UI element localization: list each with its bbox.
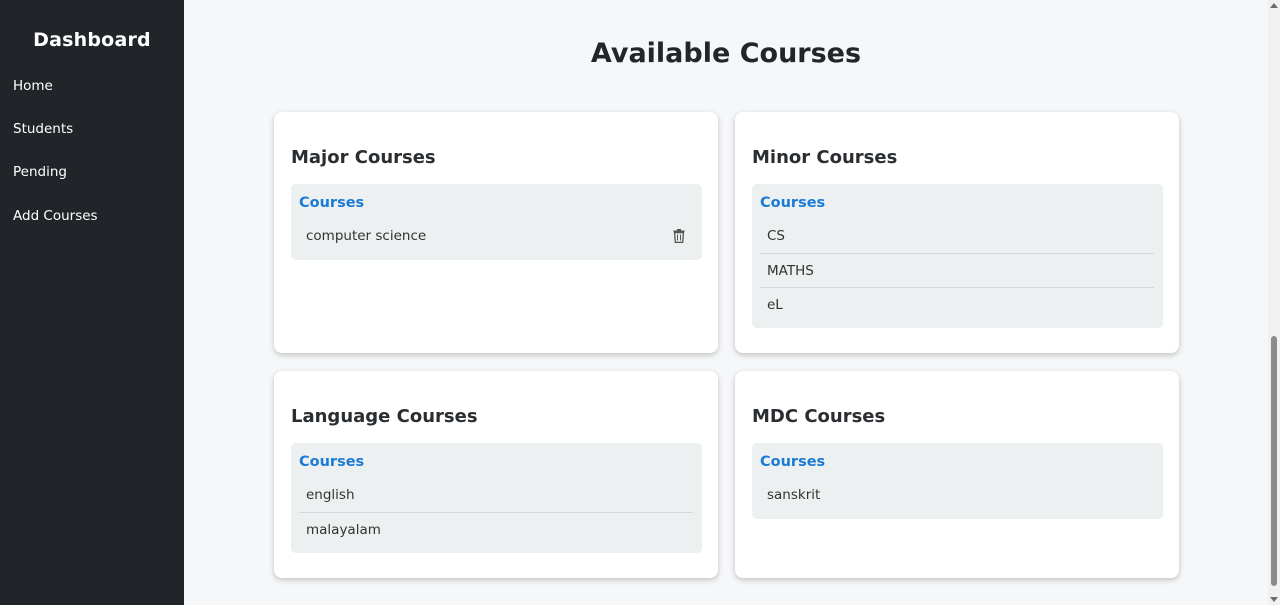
course-item: sanskrit (760, 478, 1154, 512)
course-list-header: Courses (760, 454, 826, 470)
course-name: english (306, 487, 355, 503)
card-title: MDC Courses (752, 406, 886, 427)
major-courses-card: Major Courses Courses computer science (274, 112, 718, 353)
course-list: Courses computer science (291, 184, 702, 260)
vertical-scrollbar[interactable] (1268, 0, 1280, 605)
course-item: CS (760, 219, 1154, 253)
mdc-courses-card: MDC Courses Courses sanskrit (735, 371, 1179, 578)
course-item: malayalam (299, 512, 693, 546)
language-courses-card: Language Courses Courses english malayal… (274, 371, 718, 578)
card-title: Minor Courses (752, 147, 898, 168)
course-list: Courses CS MATHS eL (752, 184, 1163, 328)
course-list: Courses sanskrit (752, 443, 1163, 519)
course-name: sanskrit (767, 487, 821, 503)
minor-courses-card: Minor Courses Courses CS MATHS eL (735, 112, 1179, 353)
sidebar-title: Dashboard (33, 29, 151, 51)
scroll-up-arrow-icon[interactable] (1270, 3, 1278, 8)
course-name: MATHS (767, 262, 814, 279)
course-list-header: Courses (760, 195, 826, 211)
course-item: MATHS (760, 253, 1154, 287)
main-content: Available Courses Major Courses Courses … (184, 0, 1268, 605)
course-item: eL (760, 287, 1154, 321)
card-title: Language Courses (291, 406, 478, 427)
scrollbar-thumb[interactable] (1271, 336, 1277, 586)
course-name: computer science (306, 228, 427, 244)
course-name: CS (767, 228, 785, 244)
course-name: malayalam (306, 521, 381, 538)
nav-item-students[interactable]: Students (13, 121, 73, 137)
course-list-header: Courses (299, 454, 365, 470)
nav-item-pending[interactable]: Pending (13, 164, 67, 180)
course-name: eL (767, 296, 783, 313)
page-title: Available Courses (590, 38, 862, 69)
card-title: Major Courses (291, 147, 436, 168)
course-list: Courses english malayalam (291, 443, 702, 553)
course-item: english (299, 478, 693, 512)
sidebar: Dashboard Home Students Pending Add Cour… (0, 0, 184, 605)
course-list-header: Courses (299, 195, 365, 211)
nav-item-home[interactable]: Home (13, 78, 53, 94)
course-item: computer science (299, 219, 693, 253)
trash-icon[interactable] (673, 229, 685, 243)
nav-item-add-courses[interactable]: Add Courses (13, 208, 98, 224)
scroll-down-arrow-icon[interactable] (1270, 597, 1278, 602)
